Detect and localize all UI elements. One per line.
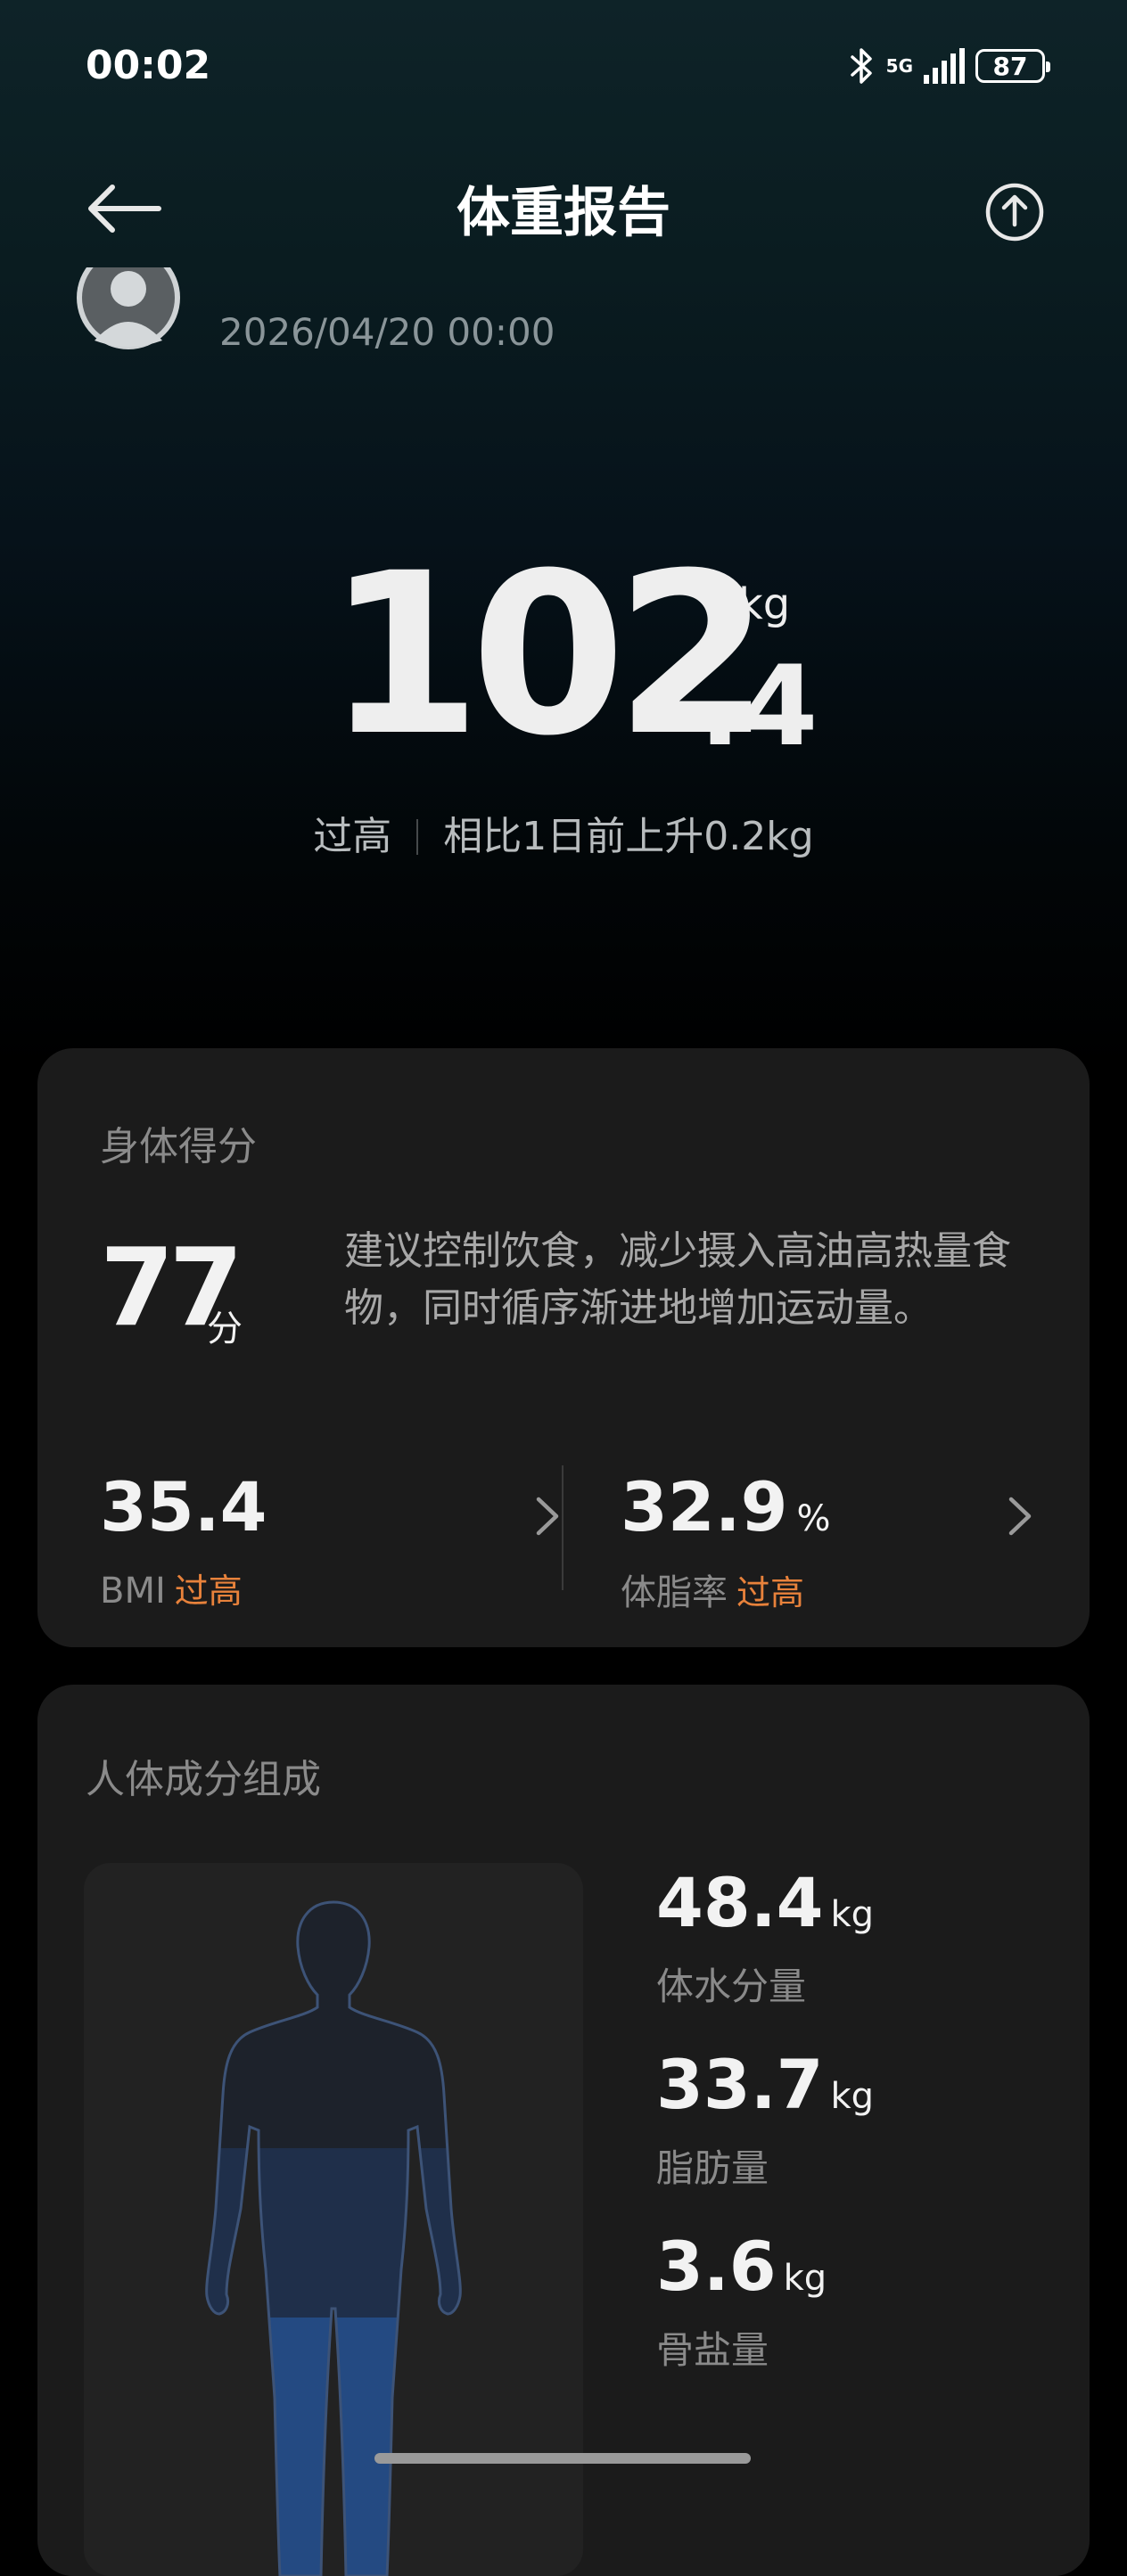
weight-integer: 102 bbox=[326, 525, 770, 784]
body-fat-label-row: 体脂率 过高 bbox=[621, 1563, 804, 1615]
bmi-label: BMI bbox=[100, 1571, 166, 1612]
body-score-card: 身体得分 77 分 建议控制饮食，减少摄入高油高热量食物，同时循序渐进地增加运动… bbox=[37, 1048, 1090, 1647]
weight-level: 过高 bbox=[313, 814, 392, 859]
status-icons: 5G 87 bbox=[849, 46, 1050, 86]
body-fat-metric[interactable]: 32.9% 体脂率 过高 bbox=[621, 1467, 1075, 1613]
water-mass-unit: kg bbox=[830, 1894, 875, 1935]
fat-mass-unit: kg bbox=[830, 2076, 875, 2117]
weight-unit: kg bbox=[738, 579, 791, 629]
bmi-label-row: BMI 过高 bbox=[100, 1563, 243, 1612]
score-advice: 建议控制饮食，减少摄入高油高热量食物，同时循序渐进地增加运动量。 bbox=[344, 1228, 1011, 1331]
share-upload-icon bbox=[985, 183, 1044, 242]
bone-mass-value: 3.6 bbox=[656, 2227, 777, 2306]
page-title: 体重报告 bbox=[457, 182, 670, 244]
status-bar: 00:02 5G 87 bbox=[0, 0, 1127, 134]
body-fat-label: 体脂率 bbox=[621, 1572, 728, 1613]
body-fat-unit: % bbox=[796, 1498, 831, 1539]
weight-change: 相比1日前上升0.2kg bbox=[443, 814, 814, 859]
bmi-value: 35.4 bbox=[100, 1467, 267, 1546]
body-score-unit: 分 bbox=[207, 1309, 243, 1350]
chevron-right-icon bbox=[1008, 1497, 1032, 1536]
body-fat-value-row: 32.9% bbox=[621, 1467, 831, 1546]
user-avatar-icon bbox=[77, 267, 180, 349]
fat-mass-item: 33.7 kg 脂肪量 bbox=[656, 2045, 874, 2193]
body-silhouette-icon bbox=[205, 1900, 462, 2576]
weight-decimal: .4 bbox=[699, 643, 819, 771]
gesture-nav-handle[interactable] bbox=[374, 2453, 751, 2464]
fat-mass-label: 脂肪量 bbox=[656, 2146, 769, 2190]
bone-mass-label: 骨盐量 bbox=[656, 2328, 769, 2372]
status-time: 00:02 bbox=[86, 43, 211, 88]
weight-status-line: 过高 相比1日前上升0.2kg bbox=[0, 804, 1127, 861]
card-title: 身体得分 bbox=[100, 1124, 257, 1169]
bone-mass-item: 3.6 kg 骨盐量 bbox=[656, 2227, 827, 2375]
water-mass-label: 体水分量 bbox=[656, 1965, 807, 2008]
water-mass-value: 48.4 bbox=[656, 1863, 824, 1942]
water-mass-value-row: 48.4 kg bbox=[656, 1863, 874, 1955]
divider bbox=[416, 819, 419, 855]
record-time: 2026/04/20 00:00 bbox=[219, 310, 555, 354]
battery-level: 87 bbox=[992, 51, 1028, 81]
body-composition-card: 人体成分组成 48.4 kg 体水分量 33.7 kg 脂肪量 3.6 kg 骨盐量 bbox=[37, 1685, 1090, 2576]
water-mass-item: 48.4 kg 体水分量 bbox=[656, 1863, 874, 2011]
network-type-label: 5G bbox=[885, 55, 913, 77]
page-header: 体重报告 bbox=[0, 160, 1127, 258]
body-fat-value: 32.9 bbox=[621, 1467, 788, 1546]
bmi-status: 过高 bbox=[174, 1571, 243, 1611]
bone-mass-unit: kg bbox=[783, 2258, 827, 2299]
bmi-metric[interactable]: 35.4 BMI 过高 bbox=[100, 1467, 599, 1612]
bluetooth-icon bbox=[850, 48, 872, 84]
signal-icon bbox=[924, 48, 965, 84]
battery-icon: 87 bbox=[975, 49, 1050, 83]
metric-divider bbox=[562, 1465, 564, 1590]
share-button[interactable] bbox=[981, 178, 1049, 246]
body-fat-status: 过高 bbox=[736, 1573, 805, 1612]
fat-mass-value-row: 33.7 kg bbox=[656, 2045, 874, 2137]
chevron-right-icon bbox=[536, 1497, 559, 1536]
card-title: 人体成分组成 bbox=[86, 1757, 321, 1802]
bone-mass-value-row: 3.6 kg bbox=[656, 2227, 827, 2318]
fat-mass-value: 33.7 bbox=[656, 2045, 824, 2124]
avatar[interactable] bbox=[75, 267, 182, 357]
body-figure-panel bbox=[84, 1863, 583, 2576]
